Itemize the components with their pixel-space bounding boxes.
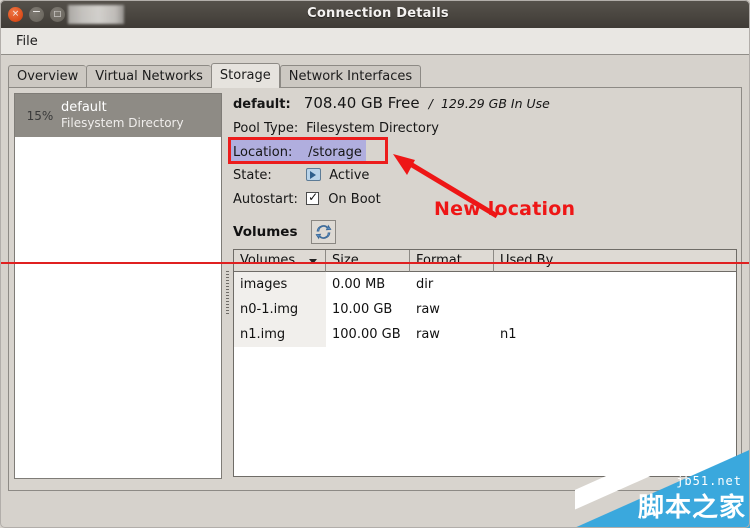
list-item[interactable]: 15% default Filesystem Directory (15, 94, 221, 137)
pool-free-value: 708.40 GB Free (303, 94, 420, 112)
minimize-icon: − (31, 5, 42, 18)
cell-volume-used-by (494, 272, 736, 297)
refresh-volumes-button[interactable] (310, 220, 336, 244)
maximize-icon: □ (53, 8, 62, 18)
pool-autostart-row: Autostart: On Boot (233, 188, 381, 208)
pool-location-label: Location: (233, 145, 293, 160)
pool-type-row: Pool Type: Filesystem Directory (233, 117, 439, 137)
pool-capacity-row: default: 708.40 GB Free / 129.29 GB In U… (233, 93, 550, 113)
pool-name: default (61, 100, 107, 115)
tab-storage[interactable]: Storage (210, 63, 280, 88)
menubar: File (0, 28, 750, 55)
tab-strip: Overview Virtual Networks Storage Networ… (8, 63, 422, 88)
cell-volume-size: 0.00 MB (332, 277, 386, 292)
volumes-table-header: Volumes Size Format Used By (234, 250, 736, 272)
storage-pool-list[interactable]: 15% default Filesystem Directory (14, 93, 222, 479)
table-row[interactable]: n0-1.img 10.00 GB raw (234, 297, 736, 322)
window-minimize-button[interactable]: − (29, 5, 44, 22)
pool-location-row[interactable]: Location: /storage (231, 140, 366, 161)
column-header-volumes-label: Volumes (240, 253, 296, 268)
column-header-size[interactable]: Size (326, 250, 410, 272)
pool-state-row: State: Active (233, 164, 369, 184)
column-header-volumes[interactable]: Volumes (234, 250, 326, 272)
cell-volume-name: n0-1.img (234, 297, 326, 322)
cell-volume-size: 10.00 GB (332, 302, 393, 317)
annotation-horizontal-line (0, 262, 750, 264)
cell-volume-format: dir (416, 277, 434, 292)
splitter-grip-icon (226, 271, 229, 315)
window-maximize-button[interactable]: □ (50, 7, 65, 22)
close-icon: × (11, 8, 20, 19)
menu-item-file[interactable]: File (10, 32, 44, 51)
pool-location-value: /storage (308, 145, 362, 160)
window-content: Overview Virtual Networks Storage Networ… (0, 56, 750, 528)
cell-volume-name: images (234, 272, 326, 297)
cell-volume-used-by: n1 (500, 327, 517, 342)
pool-inuse-value: 129.29 GB In Use (440, 96, 550, 111)
volumes-table[interactable]: Volumes Size Format Used By images 0.00 … (233, 249, 737, 477)
refresh-icon (315, 224, 332, 240)
column-header-format[interactable]: Format (410, 250, 494, 272)
tab-overview[interactable]: Overview (8, 65, 87, 88)
pool-title-label: default: (233, 97, 291, 112)
cell-volume-format: raw (416, 302, 440, 317)
pool-autostart-value: On Boot (328, 192, 381, 207)
volumes-title: Volumes (233, 224, 298, 240)
cell-volume-used-by (494, 297, 736, 322)
storage-tab-panel: 15% default Filesystem Directory default… (8, 87, 742, 491)
window-close-button[interactable]: × (8, 7, 23, 22)
pool-type-label: Pool Type: (233, 121, 299, 136)
column-header-used-by[interactable]: Used By (494, 250, 736, 272)
active-state-icon (306, 168, 322, 181)
pool-state-value: Active (329, 168, 370, 183)
pool-type: Filesystem Directory (61, 116, 184, 130)
capacity-separator: / (428, 96, 433, 111)
volumes-header: Volumes (233, 219, 336, 245)
cell-volume-format: raw (416, 327, 440, 342)
autostart-checkbox[interactable] (306, 190, 320, 205)
pool-autostart-label: Autostart: (233, 192, 298, 207)
window-titlebar: Connection Details × − □ (0, 0, 750, 28)
cell-volume-size: 100.00 GB (332, 327, 401, 342)
pool-type-value: Filesystem Directory (306, 121, 439, 136)
cell-volume-name: n1.img (234, 322, 326, 347)
pool-state-label: State: (233, 168, 272, 183)
annotation-label: New location (434, 198, 576, 220)
table-row[interactable]: n1.img 100.00 GB raw n1 (234, 322, 736, 347)
blurred-titlebar-region (68, 5, 124, 24)
table-row[interactable]: images 0.00 MB dir (234, 272, 736, 297)
pool-usage-percent: 15% (26, 108, 54, 123)
tab-virtual-networks[interactable]: Virtual Networks (86, 65, 211, 88)
tab-network-interfaces[interactable]: Network Interfaces (279, 65, 422, 88)
